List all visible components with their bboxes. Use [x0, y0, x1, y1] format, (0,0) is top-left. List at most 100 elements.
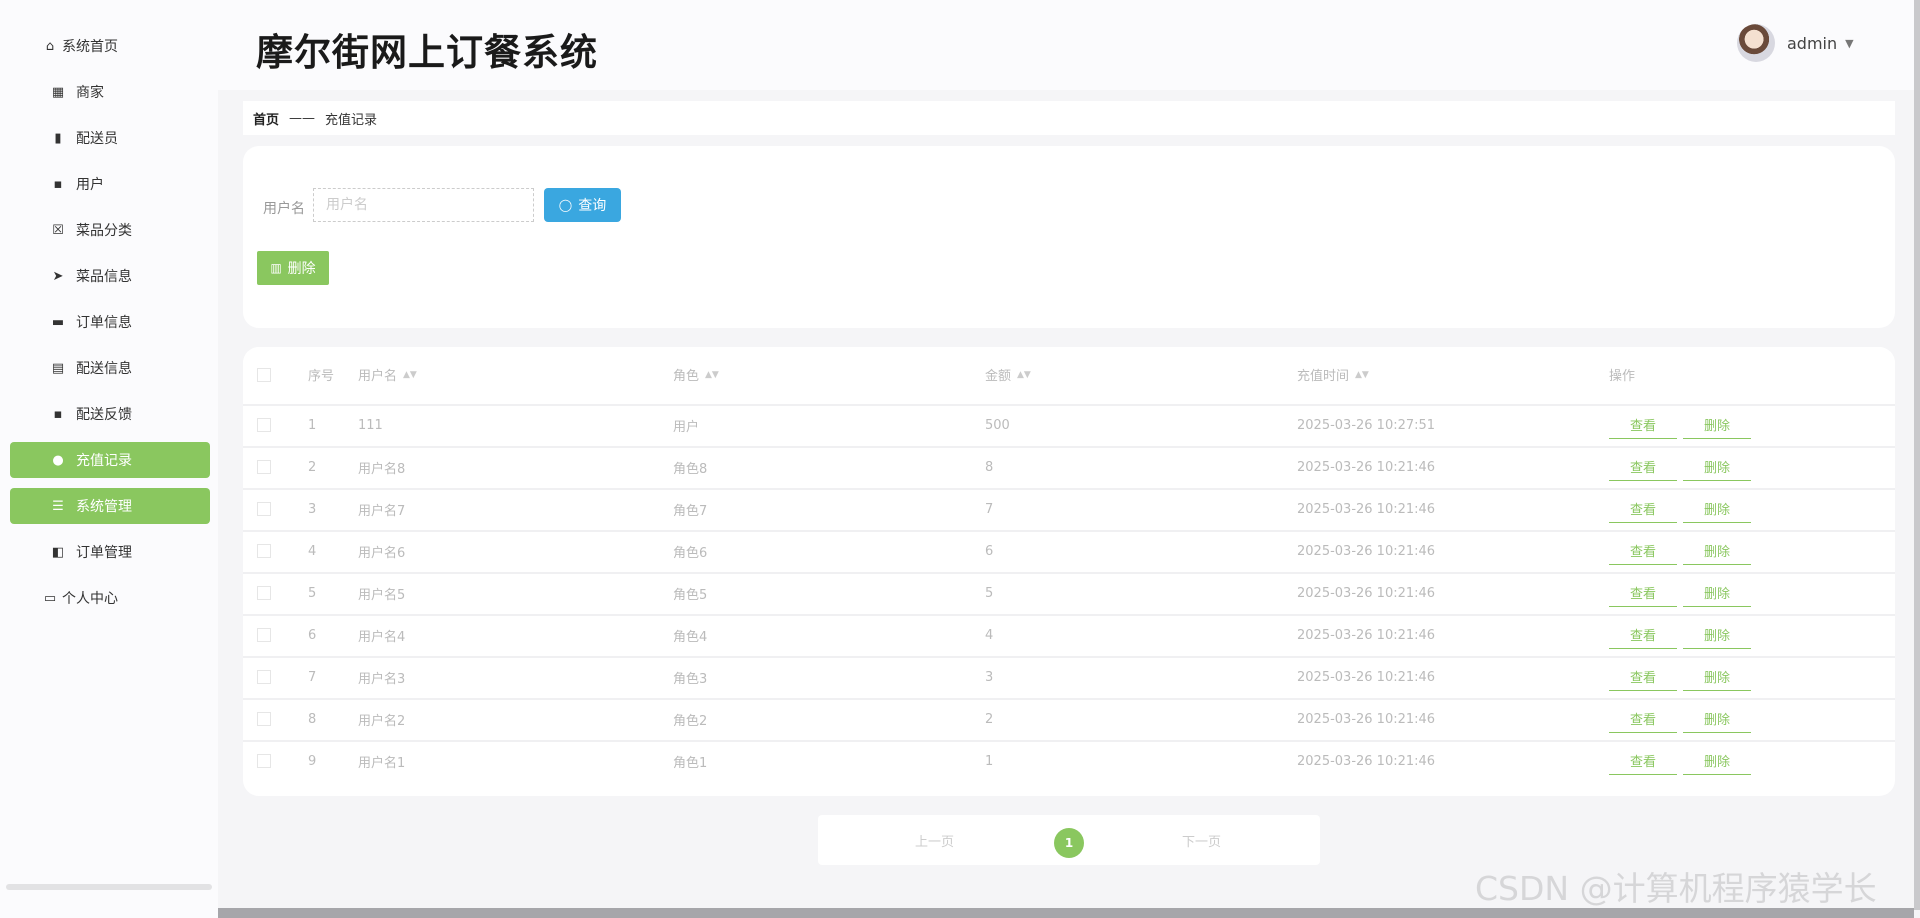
sidebar-item-recharge-record[interactable]: ● 充值记录 — [10, 442, 210, 478]
cell-time: 2025-03-26 10:21:46 — [1297, 501, 1436, 517]
breadcrumb-home[interactable]: 首页 — [253, 109, 279, 128]
sidebar-item-home[interactable]: ⌂ 系统首页 — [10, 28, 210, 64]
table-row: 5 用户名5 角色5 5 2025-03-26 10:21:46 查看 删除 — [243, 574, 1895, 612]
row-checkbox[interactable] — [257, 712, 271, 726]
user-menu[interactable]: admin ▼ — [1737, 24, 1854, 62]
sidebar-item-user[interactable]: ▪ 用户 — [10, 166, 210, 202]
search-input[interactable] — [313, 188, 534, 222]
view-button[interactable]: 查看 — [1609, 579, 1677, 607]
cell-index: 3 — [308, 501, 317, 517]
send-icon: ➤ — [52, 268, 64, 284]
username[interactable]: admin — [1787, 34, 1837, 53]
breadcrumb: 首页 —— 充值记录 — [243, 101, 1895, 135]
cell-role: 角色4 — [673, 629, 708, 645]
sort-icon[interactable]: ▲▼ — [403, 370, 417, 380]
cell-username: 用户名4 — [358, 629, 406, 645]
view-button[interactable]: 查看 — [1609, 621, 1677, 649]
cell-index: 6 — [308, 627, 317, 643]
batch-delete-button[interactable]: ▥ 删除 — [257, 251, 329, 285]
delete-button[interactable]: 删除 — [1683, 621, 1751, 649]
row-checkbox[interactable] — [257, 670, 271, 684]
delete-button[interactable]: 删除 — [1683, 537, 1751, 565]
sidebar-item-merchant[interactable]: ▦ 商家 — [10, 74, 210, 110]
delete-button[interactable]: 删除 — [1683, 579, 1751, 607]
header-time[interactable]: 充值时间 ▲▼ — [1297, 347, 1369, 402]
sort-icon[interactable]: ▲▼ — [1355, 370, 1369, 380]
sidebar-item-order-info[interactable]: ▬ 订单信息 — [10, 304, 210, 340]
delete-button[interactable]: 删除 — [1683, 705, 1751, 733]
row-checkbox[interactable] — [257, 544, 271, 558]
cell-username: 用户名6 — [358, 545, 406, 561]
row-checkbox[interactable] — [257, 754, 271, 768]
row-checkbox[interactable] — [257, 460, 271, 474]
prev-page-button[interactable]: 上一页 — [915, 831, 954, 850]
header-amount[interactable]: 金额 ▲▼ — [985, 347, 1031, 402]
header-actions-label: 操作 — [1609, 369, 1636, 384]
view-button[interactable]: 查看 — [1609, 663, 1677, 691]
cell-index: 8 — [308, 711, 317, 727]
cell-username: 用户名3 — [358, 671, 406, 687]
header-username[interactable]: 用户名 ▲▼ — [358, 347, 417, 402]
table-row: 8 用户名2 角色2 2 2025-03-26 10:21:46 查看 删除 — [243, 700, 1895, 738]
row-checkbox[interactable] — [257, 628, 271, 642]
view-button[interactable]: 查看 — [1609, 537, 1677, 565]
sliders-icon: ☰ — [52, 498, 64, 514]
sort-icon[interactable]: ▲▼ — [1017, 370, 1031, 380]
sidebar-item-personal-center[interactable]: ▭ 个人中心 — [10, 580, 210, 616]
avatar[interactable] — [1737, 24, 1775, 62]
cell-time: 2025-03-26 10:21:46 — [1297, 459, 1436, 475]
sidebar-item-dish-info[interactable]: ➤ 菜品信息 — [10, 258, 210, 294]
sidebar-scrollbar[interactable] — [6, 884, 212, 890]
query-button[interactable]: ◯ 查询 — [544, 188, 621, 222]
sidebar-item-label: 用户 — [76, 177, 104, 193]
sidebar-item-order-manage[interactable]: ◧ 订单管理 — [10, 534, 210, 570]
delete-button[interactable]: 删除 — [1683, 747, 1751, 775]
view-button[interactable]: 查看 — [1609, 747, 1677, 775]
sidebar-item-delivery-info[interactable]: ▤ 配送信息 — [10, 350, 210, 386]
view-button[interactable]: 查看 — [1609, 453, 1677, 481]
row-checkbox[interactable] — [257, 502, 271, 516]
briefcase-icon: ▬ — [51, 314, 65, 330]
row-checkbox[interactable] — [257, 586, 271, 600]
sidebar-item-label: 个人中心 — [62, 591, 118, 607]
sidebar-item-dish-category[interactable]: ☒ 菜品分类 — [10, 212, 210, 248]
cell-time: 2025-03-26 10:21:46 — [1297, 711, 1436, 727]
cell-index: 2 — [308, 459, 317, 475]
header-role[interactable]: 角色 ▲▼ — [673, 347, 719, 402]
delete-button[interactable]: 删除 — [1683, 495, 1751, 523]
delete-button[interactable]: 删除 — [1683, 411, 1751, 439]
view-button[interactable]: 查看 — [1609, 411, 1677, 439]
header-amount-label: 金额 — [985, 369, 1012, 384]
sidebar-item-courier[interactable]: ▮ 配送员 — [10, 120, 210, 156]
cell-index: 1 — [308, 417, 317, 433]
cell-amount: 500 — [985, 417, 1010, 433]
table-row: 4 用户名6 角色6 6 2025-03-26 10:21:46 查看 删除 — [243, 532, 1895, 570]
view-button[interactable]: 查看 — [1609, 705, 1677, 733]
cell-role: 角色7 — [673, 503, 708, 519]
table-header: 序号 用户名 ▲▼ 角色 ▲▼ 金额 ▲▼ 充值时间 ▲▼ 操作 — [243, 347, 1895, 402]
cell-amount: 6 — [985, 543, 994, 559]
next-page-button[interactable]: 下一页 — [1182, 831, 1221, 850]
sidebar-item-system-manage[interactable]: ☰ 系统管理 — [10, 488, 210, 524]
cell-role: 角色3 — [673, 671, 708, 687]
sidebar-item-delivery-feedback[interactable]: ▪ 配送反馈 — [10, 396, 210, 432]
table-row: 2 用户名8 角色8 8 2025-03-26 10:21:46 查看 删除 — [243, 448, 1895, 486]
cell-time: 2025-03-26 10:21:46 — [1297, 543, 1436, 559]
sidebar-item-label: 订单信息 — [76, 315, 132, 331]
query-button-label: 查询 — [578, 197, 607, 213]
row-checkbox[interactable] — [257, 418, 271, 432]
home-icon: ⌂ — [45, 38, 55, 54]
caret-down-icon[interactable]: ▼ — [1845, 37, 1853, 50]
delete-button[interactable]: 删除 — [1683, 663, 1751, 691]
view-button[interactable]: 查看 — [1609, 495, 1677, 523]
delete-button[interactable]: 删除 — [1683, 453, 1751, 481]
vertical-scrollbar[interactable] — [1914, 0, 1920, 910]
breadcrumb-current: 充值记录 — [325, 112, 378, 128]
page-number-button[interactable]: 1 — [1054, 828, 1084, 858]
cell-time: 2025-03-26 10:21:46 — [1297, 627, 1436, 643]
select-all-checkbox[interactable] — [257, 367, 271, 382]
grid-icon: ▪ — [53, 176, 63, 192]
cell-role: 角色2 — [673, 713, 708, 729]
sort-icon[interactable]: ▲▼ — [705, 370, 719, 380]
watermark: CSDN @计算机程序猿学长 — [1475, 869, 1877, 908]
